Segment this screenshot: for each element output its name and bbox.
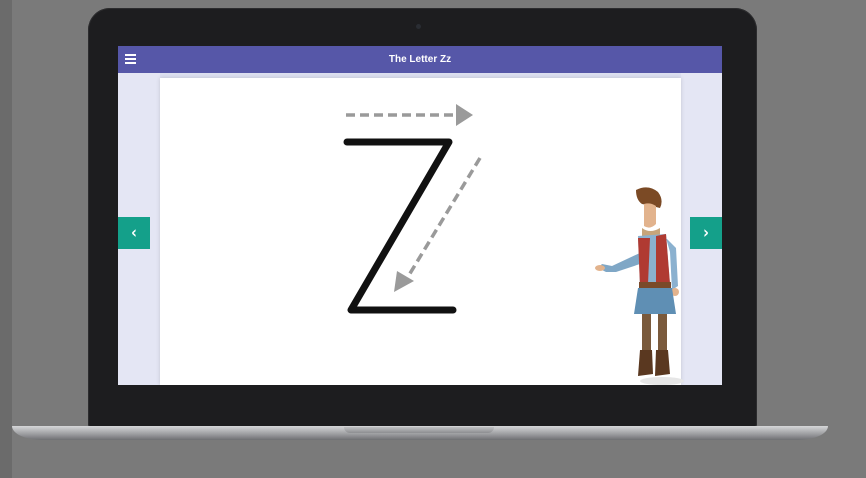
laptop-base-notch — [344, 427, 494, 433]
webcam-dot — [416, 24, 421, 29]
guide-arrow-diagonal-icon — [394, 157, 482, 292]
page-title: The Letter Zz — [388, 54, 452, 65]
next-slide-button[interactable]: › — [690, 217, 722, 249]
laptop-screen: The Letter Zz ‹ › — [118, 46, 722, 385]
lesson-slide — [160, 78, 684, 385]
character-guide-image — [595, 187, 684, 385]
app-bar: The Letter Zz — [118, 46, 722, 73]
chevron-left-icon: ‹ — [131, 223, 137, 243]
previous-slide-button[interactable]: ‹ — [118, 217, 150, 249]
guide-arrow-right-icon — [346, 104, 473, 126]
chevron-right-icon: › — [703, 223, 709, 243]
backdrop — [0, 0, 12, 478]
